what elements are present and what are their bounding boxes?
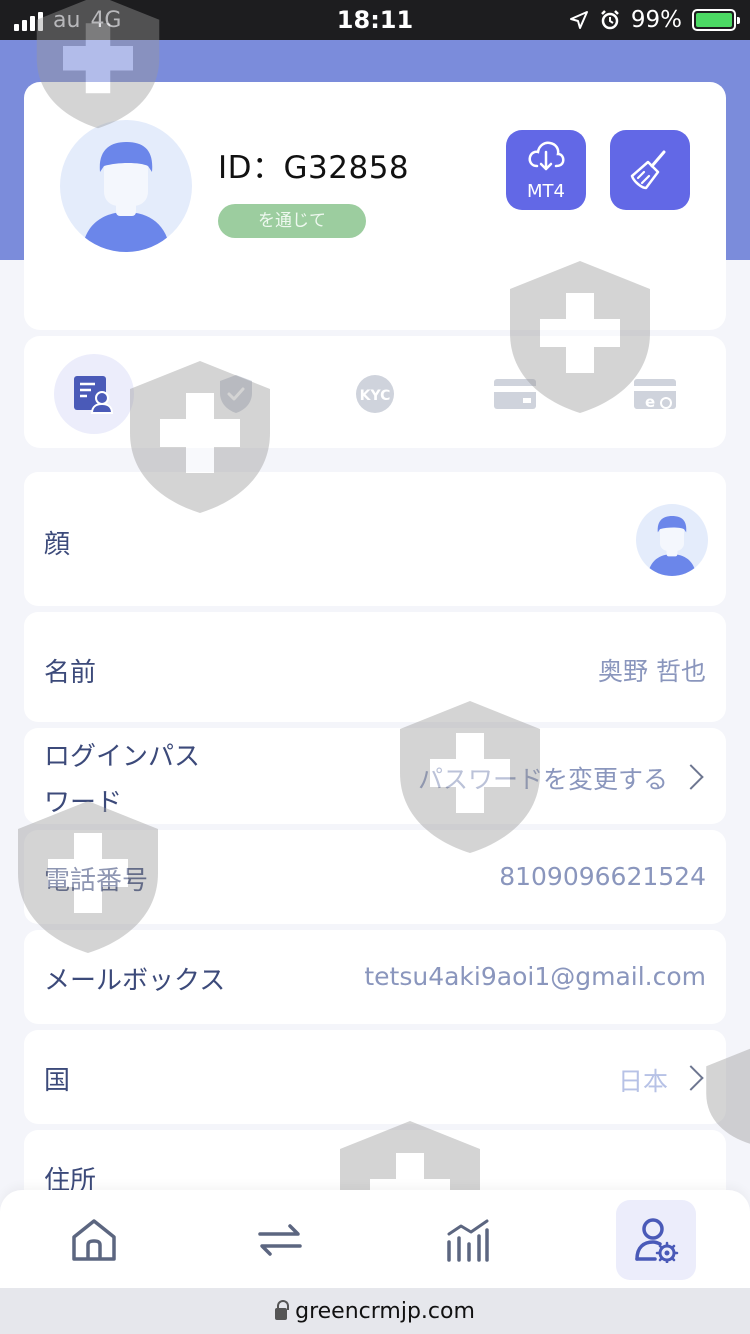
email-row: メールボックス tetsu4aki9aoi1@gmail.com xyxy=(24,930,726,1024)
name-value: 奥野 哲也 xyxy=(598,657,706,686)
home-icon xyxy=(72,1219,116,1261)
verification-tabs: KYC e xyxy=(24,336,726,448)
password-label-line2: ワード xyxy=(44,788,123,818)
name-label: 名前 xyxy=(44,658,97,688)
phone-label: 電話番号 xyxy=(44,866,149,896)
alarm-icon xyxy=(600,10,619,30)
e-wallet-icon: e xyxy=(634,379,676,411)
lock-icon xyxy=(275,1300,290,1320)
country-row[interactable]: 国 日本 xyxy=(24,1030,726,1124)
user-id: ID：G32858 xyxy=(218,150,410,186)
chevron-right-icon xyxy=(678,1065,704,1091)
bank-card-icon xyxy=(494,379,536,409)
email-label: メールボックス xyxy=(44,966,226,996)
mt4-download-button[interactable]: MT4 xyxy=(506,130,586,210)
face-avatar xyxy=(636,504,708,576)
status-bar: au 4G 18:11 99% xyxy=(0,0,750,40)
clear-cache-button[interactable] xyxy=(610,130,690,210)
status-right: 99% xyxy=(569,7,740,33)
phone-value: 8109096621524 xyxy=(499,862,706,891)
browser-url-bar[interactable]: greencrmjp.com xyxy=(0,1288,750,1334)
profile-card: ID：G32858 を通じて MT4 xyxy=(24,82,726,330)
mt4-label: MT4 xyxy=(527,181,565,202)
user-settings-icon xyxy=(635,1218,679,1263)
nav-account[interactable] xyxy=(616,1200,696,1280)
transfer-arrows-icon xyxy=(258,1224,302,1256)
tab-security[interactable] xyxy=(196,354,276,434)
status-badge: を通じて xyxy=(218,204,366,238)
bottom-navigation xyxy=(0,1190,750,1288)
tab-kyc[interactable]: KYC xyxy=(335,354,415,434)
user-avatar-icon xyxy=(82,142,170,252)
phone-row: 電話番号 8109096621524 xyxy=(24,830,726,924)
user-avatar-icon xyxy=(648,516,696,576)
chart-icon xyxy=(447,1219,489,1262)
shield-check-icon xyxy=(220,375,252,413)
battery-icon xyxy=(692,9,740,31)
svg-text:e: e xyxy=(645,393,655,411)
id-card-icon xyxy=(74,376,114,414)
nav-markets[interactable] xyxy=(428,1200,508,1280)
country-label: 国 xyxy=(44,1066,71,1096)
location-arrow-icon xyxy=(569,11,588,29)
nav-home[interactable] xyxy=(54,1200,134,1280)
url-text: greencrmjp.com xyxy=(295,1298,475,1324)
face-label: 顔 xyxy=(44,530,71,560)
change-password-link[interactable]: パスワードを変更する xyxy=(418,760,668,796)
nav-transfer[interactable] xyxy=(240,1200,320,1280)
chevron-right-icon xyxy=(678,764,704,790)
country-value: 日本 xyxy=(617,1067,668,1096)
cloud-download-icon xyxy=(528,141,565,171)
battery-percent: 99% xyxy=(630,7,682,33)
broom-icon xyxy=(630,150,666,190)
name-row: 名前 奥野 哲也 xyxy=(24,612,726,722)
password-row[interactable]: ログインパス ワード パスワードを変更する xyxy=(24,728,726,824)
email-value: tetsu4aki9aoi1@gmail.com xyxy=(364,962,706,991)
face-row[interactable]: 顔 xyxy=(24,472,726,606)
password-label-line1: ログインパス xyxy=(44,742,201,772)
kyc-icon: KYC xyxy=(356,375,394,413)
avatar xyxy=(60,120,192,252)
tab-e-wallet[interactable]: e xyxy=(615,354,695,434)
svg-text:KYC: KYC xyxy=(360,388,391,404)
tab-bank-card[interactable] xyxy=(475,354,555,434)
tab-identity[interactable] xyxy=(54,354,134,434)
